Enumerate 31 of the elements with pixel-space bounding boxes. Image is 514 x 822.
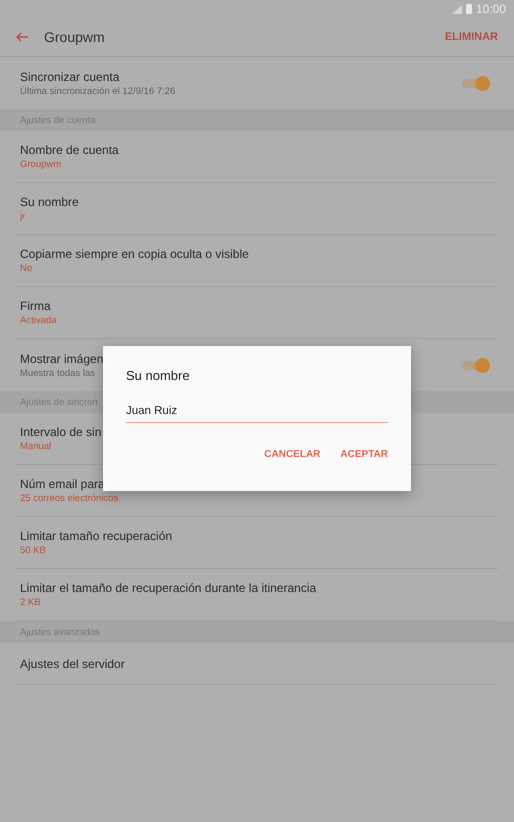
setting-subtitle: Última sincronización el 12/9/16 7:26 (20, 86, 176, 96)
setting-value: 25 correos electrónicos (20, 493, 118, 504)
dialog-button[interactable]: ACEPTAR (340, 447, 388, 462)
back-arrow-icon[interactable] (16, 32, 28, 42)
setting-subtitle: Muestra todas las (20, 368, 95, 378)
setting-title[interactable]: Copiarme siempre en copia oculta o visible (20, 247, 249, 261)
setting-title[interactable]: Nombre de cuenta (20, 143, 119, 157)
setting-value: Groupwm (20, 159, 62, 170)
setting-title[interactable]: Ajustes del servidor (20, 656, 125, 670)
signal-icon (452, 4, 462, 14)
setting-value: Manual (20, 441, 52, 452)
name-input-field[interactable]: Juan Ruiz (126, 403, 388, 423)
setting-title[interactable]: Mostrar imágen (20, 352, 104, 366)
setting-value: 2 KB (20, 597, 41, 608)
setting-value: No (20, 263, 32, 274)
setting-title[interactable]: Limitar el tamaño de recuperación durante la itinerancia (20, 581, 316, 595)
setting-value: jr (20, 211, 26, 222)
toggle-switch[interactable] (462, 78, 488, 88)
setting-title[interactable]: Limitar tamaño recuperación (20, 529, 172, 543)
status-time: 10:00 (476, 2, 506, 16)
setting-value: Activada (20, 315, 56, 326)
toolbar-title: Groupwm (44, 29, 106, 45)
toggle-switch[interactable] (462, 360, 488, 370)
setting-title[interactable]: Sincronizar cuenta (20, 70, 120, 84)
setting-title[interactable]: Intervalo de sin (20, 425, 102, 439)
setting-title[interactable]: Su nombre (20, 195, 79, 209)
dialog-title: Su nombre (126, 368, 191, 383)
dialog-button[interactable]: CANCELAR (264, 447, 320, 462)
battery-icon (466, 4, 472, 14)
setting-title[interactable]: Firma (20, 299, 51, 313)
setting-value: 50 KB (20, 545, 46, 556)
